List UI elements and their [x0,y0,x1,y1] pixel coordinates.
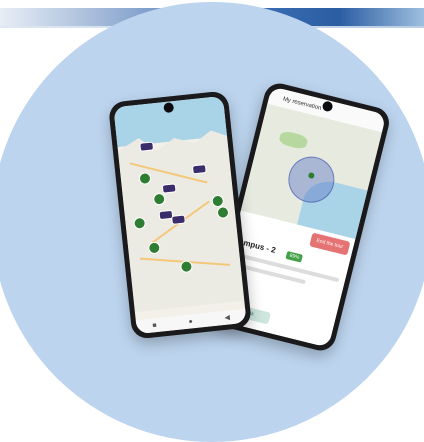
nav-back-button[interactable]: ◀ [224,313,230,322]
vehicle-marker[interactable] [171,214,186,225]
battery-badge: 89% [285,251,304,263]
map-screen: ■ ● ◀ [113,95,247,335]
nav-home-button[interactable]: ● [188,318,193,325]
map-park [278,129,309,151]
phone-map: ■ ● ◀ [107,90,253,340]
vehicle-marker[interactable] [161,183,177,194]
vehicle-marker[interactable] [191,164,207,175]
nav-recent-button[interactable]: ■ [152,322,157,329]
vehicle-marker[interactable] [139,141,155,152]
